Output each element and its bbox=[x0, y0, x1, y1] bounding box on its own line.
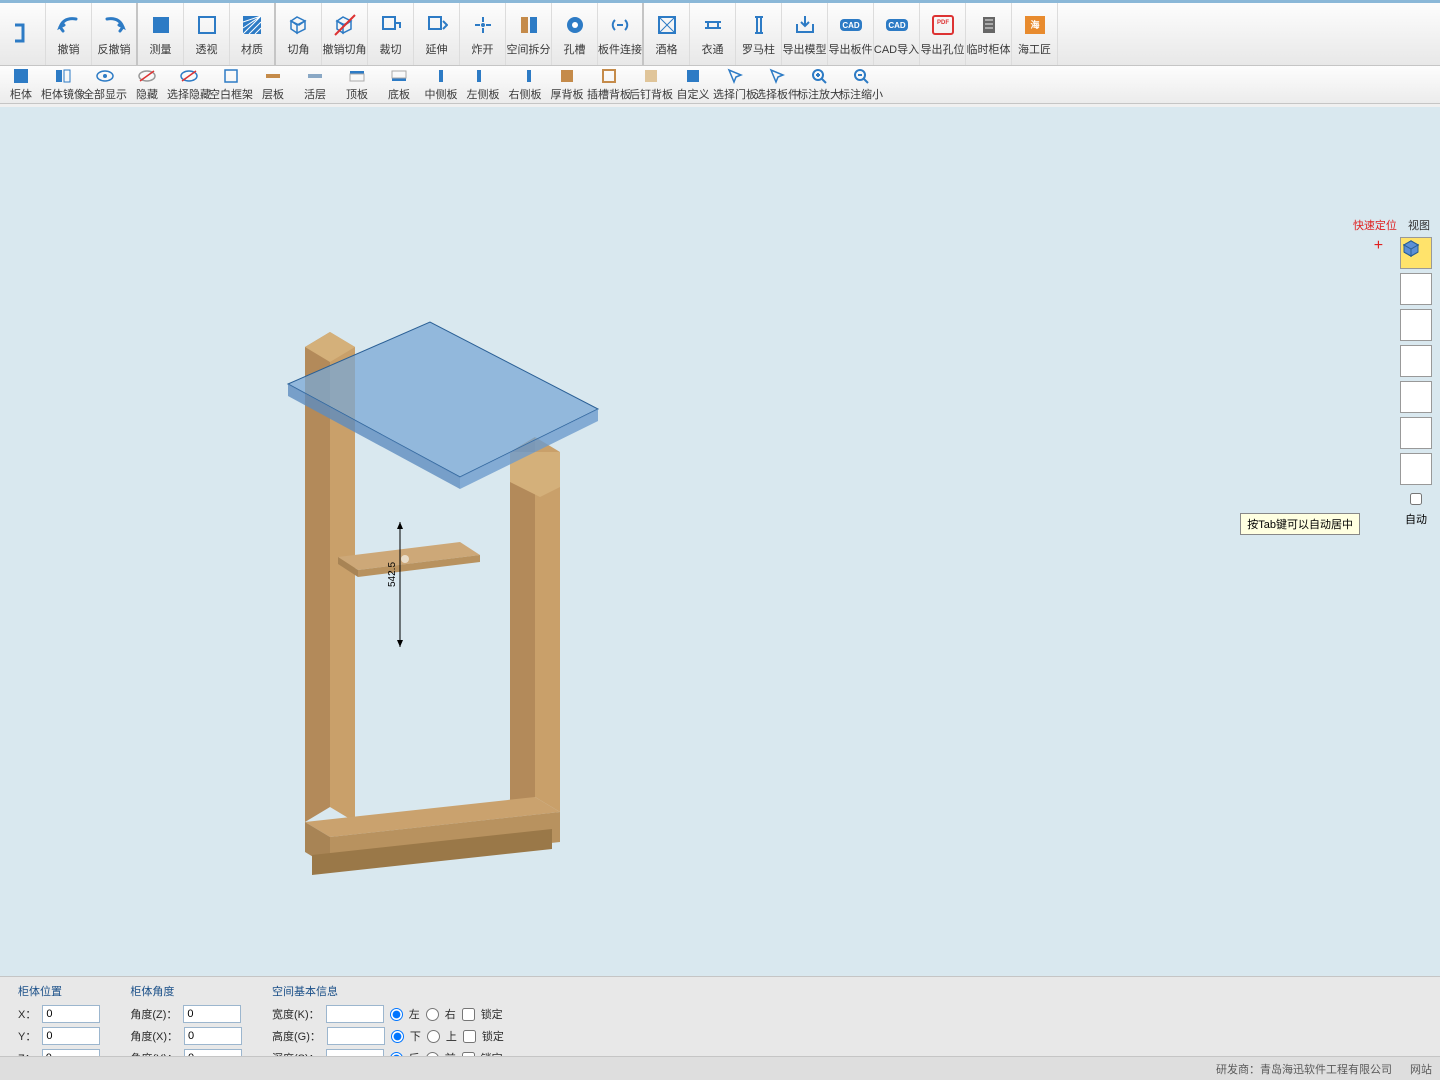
main-toolbar: 撤销 反撤销 测量 透视 材质 切角 撤销切角 裁切 延伸 炸开 空间拆分 孔槽… bbox=[0, 0, 1440, 66]
tb-export-model[interactable]: 导出模型 bbox=[782, 3, 828, 65]
sb-frame[interactable]: 空白框架 bbox=[210, 66, 252, 103]
sb-hidesel[interactable]: 选择隐藏 bbox=[168, 66, 210, 103]
viewport-3d[interactable]: 542.5 快速定位 视图 + 自动 按Tab键可以自动居中 bbox=[0, 107, 1440, 976]
sb-right[interactable]: 右侧板 bbox=[504, 66, 546, 103]
tb-redo[interactable]: 反撤销 bbox=[92, 3, 138, 65]
space-h[interactable] bbox=[327, 1027, 385, 1045]
sb-zoom-in[interactable]: 标注放大 bbox=[798, 66, 840, 103]
sb-back1[interactable]: 厚背板 bbox=[546, 66, 588, 103]
sb-shelf2[interactable]: 活层 bbox=[294, 66, 336, 103]
tb-extend[interactable]: 延伸 bbox=[414, 3, 460, 65]
sb-back3[interactable]: 后钉背板 bbox=[630, 66, 672, 103]
sb-mirror[interactable]: 柜体镜像 bbox=[42, 66, 84, 103]
h-lock[interactable] bbox=[463, 1030, 476, 1043]
tb-measure[interactable]: 测量 bbox=[138, 3, 184, 65]
sb-cabinet[interactable]: 柜体 bbox=[0, 66, 42, 103]
tb-column[interactable]: 罗马柱 bbox=[736, 3, 782, 65]
w-r1[interactable] bbox=[390, 1008, 403, 1021]
quick-view[interactable]: 视图 bbox=[1408, 217, 1430, 233]
sb-custom[interactable]: 自定义 bbox=[672, 66, 714, 103]
tb-bracket[interactable] bbox=[0, 3, 46, 65]
svg-text:PDF: PDF bbox=[937, 20, 949, 26]
sb-mid[interactable]: 中侧板 bbox=[420, 66, 462, 103]
view-orientation-column: 自动 bbox=[1400, 237, 1432, 527]
sb-pick-board[interactable]: 选择板件 bbox=[756, 66, 798, 103]
tb-cad-import[interactable]: CADCAD导入 bbox=[874, 3, 920, 65]
space-w[interactable] bbox=[326, 1005, 384, 1023]
tb-explode[interactable]: 炸开 bbox=[460, 3, 506, 65]
tb-cut[interactable]: 裁切 bbox=[368, 3, 414, 65]
pos-y[interactable] bbox=[42, 1027, 100, 1045]
view-front[interactable] bbox=[1400, 273, 1432, 305]
dim-label: 542.5 bbox=[387, 562, 398, 587]
ang-x[interactable] bbox=[184, 1027, 242, 1045]
sb-shelf[interactable]: 层板 bbox=[252, 66, 294, 103]
group-angle: 柜体角度 角度(Z)： 角度(X)： 角度(Y)： bbox=[130, 983, 242, 1050]
quick-locate[interactable]: 快速定位 bbox=[1353, 217, 1397, 233]
svg-text:海: 海 bbox=[1030, 19, 1039, 30]
tb-winegrid[interactable]: 酒格 bbox=[644, 3, 690, 65]
tb-brand[interactable]: 海海工匠 bbox=[1012, 3, 1058, 65]
bottom-panel: 柜体位置 X： Y： Z： 柜体角度 角度(Z)： 角度(X)： 角度(Y)： … bbox=[0, 976, 1440, 1056]
w-lock[interactable] bbox=[462, 1008, 475, 1021]
h-r2[interactable] bbox=[427, 1030, 440, 1043]
view-5[interactable] bbox=[1400, 381, 1432, 413]
svg-text:CAD: CAD bbox=[888, 21, 906, 30]
svg-text:CAD: CAD bbox=[842, 21, 860, 30]
pos-x[interactable] bbox=[42, 1005, 100, 1023]
view-6[interactable] bbox=[1400, 417, 1432, 449]
space-title: 空间基本信息 bbox=[272, 983, 504, 999]
tb-link[interactable]: 板件连接 bbox=[598, 3, 644, 65]
group-position: 柜体位置 X： Y： Z： bbox=[18, 983, 100, 1050]
sb-top[interactable]: 顶板 bbox=[336, 66, 378, 103]
w-r2[interactable] bbox=[426, 1008, 439, 1021]
tooltip: 按Tab键可以自动居中 bbox=[1240, 513, 1360, 535]
h-r1[interactable] bbox=[391, 1030, 404, 1043]
sb-hide[interactable]: 隐藏 bbox=[126, 66, 168, 103]
tb-export-board[interactable]: CAD导出板件 bbox=[828, 3, 874, 65]
sb-zoom-out[interactable]: 标注缩小 bbox=[840, 66, 882, 103]
sb-back2[interactable]: 插槽背板 bbox=[588, 66, 630, 103]
view-3[interactable] bbox=[1400, 309, 1432, 341]
status-site[interactable]: 网站 bbox=[1410, 1061, 1432, 1077]
auto-label: 自动 bbox=[1400, 511, 1432, 527]
tb-export-holes[interactable]: PDF导出孔位 bbox=[920, 3, 966, 65]
tb-temp-cabinet[interactable]: 临时柜体 bbox=[966, 3, 1012, 65]
tb-undo[interactable]: 撤销 bbox=[46, 3, 92, 65]
sb-left[interactable]: 左侧板 bbox=[462, 66, 504, 103]
tb-hole[interactable]: 孔槽 bbox=[552, 3, 598, 65]
sb-bottom[interactable]: 底板 bbox=[378, 66, 420, 103]
view-7[interactable] bbox=[1400, 453, 1432, 485]
tb-chamfer[interactable]: 切角 bbox=[276, 3, 322, 65]
pos-title: 柜体位置 bbox=[18, 983, 100, 999]
tb-perspective[interactable]: 透视 bbox=[184, 3, 230, 65]
tb-rail[interactable]: 衣通 bbox=[690, 3, 736, 65]
sb-pick-door[interactable]: 选择门板 bbox=[714, 66, 756, 103]
view-4[interactable] bbox=[1400, 345, 1432, 377]
ang-z[interactable] bbox=[183, 1005, 241, 1023]
sb-showall[interactable]: 全部显示 bbox=[84, 66, 126, 103]
tb-unchamfer[interactable]: 撤销切角 bbox=[322, 3, 368, 65]
status-dev: 研发商：青岛海迅软件工程有限公司 bbox=[1216, 1061, 1392, 1077]
status-bar: 研发商：青岛海迅软件工程有限公司 网站 bbox=[0, 1056, 1440, 1080]
ang-title: 柜体角度 bbox=[130, 983, 242, 999]
group-space: 空间基本信息 宽度(K)： 左 右 锁定 高度(G)： 下 上 锁定 深度(S)… bbox=[272, 983, 504, 1050]
sub-toolbar: 柜体 柜体镜像 全部显示 隐藏 选择隐藏 空白框架 层板 活层 顶板 底板 中侧… bbox=[0, 66, 1440, 104]
tb-material[interactable]: 材质 bbox=[230, 3, 276, 65]
tb-split[interactable]: 空间拆分 bbox=[506, 3, 552, 65]
auto-checkbox[interactable] bbox=[1410, 493, 1422, 505]
